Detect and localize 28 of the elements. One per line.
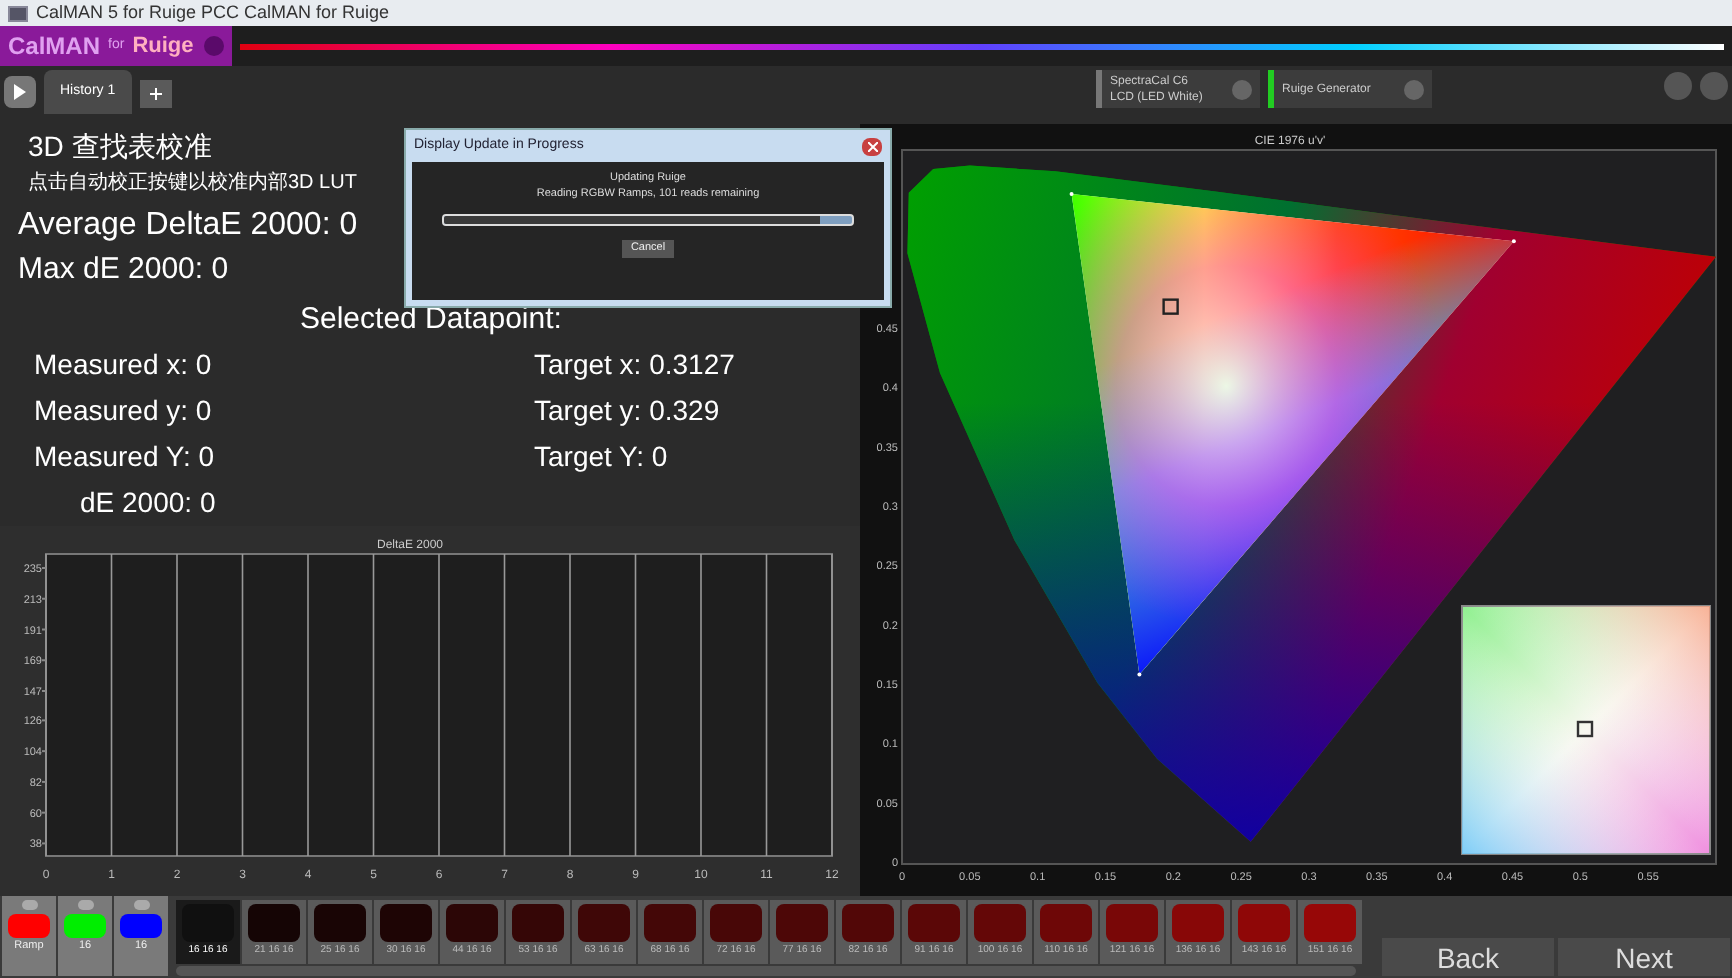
target-value: Target y: 0.329 — [534, 392, 720, 430]
plus-icon — [149, 88, 162, 100]
primary-point — [1069, 191, 1074, 196]
play-icon — [14, 84, 26, 100]
instruction-text: 点击自动校正按键以校准内部3D LUT — [28, 169, 357, 198]
primary-point — [1137, 672, 1142, 677]
max-delta-label: Max dE 2000: 0 — [18, 250, 229, 290]
primary-point — [1511, 239, 1516, 244]
window-title: CalMAN 5 for Ruige PCC CalMAN for Ruige — [36, 4, 390, 22]
measured-value: Measured x: 0 — [34, 346, 212, 384]
app-icon — [8, 5, 28, 21]
page-title: 3D 查找表校准 — [28, 128, 212, 164]
close-icon — [867, 141, 877, 151]
target-value: Target Y: 0 — [534, 438, 668, 476]
measured-value: Measured y: 0 — [34, 392, 212, 430]
measured-value: dE 2000: 0 — [80, 484, 216, 522]
target-marker — [1576, 720, 1594, 738]
nav-button[interactable]: Back — [1382, 938, 1554, 976]
section-heading: Selected Datapoint: — [300, 300, 562, 340]
average-delta-label: Average DeltaE 2000: 0 — [18, 206, 358, 246]
scrollbar[interactable] — [176, 966, 1356, 976]
nav-button[interactable]: Next — [1558, 938, 1730, 976]
target-value: Target x: 0.3127 — [534, 346, 735, 384]
add-tab-button[interactable] — [139, 80, 172, 108]
close-button[interactable] — [862, 137, 882, 155]
target-marker — [1162, 298, 1179, 315]
play-button[interactable] — [4, 76, 36, 108]
measured-value: Measured Y: 0 — [34, 438, 215, 476]
